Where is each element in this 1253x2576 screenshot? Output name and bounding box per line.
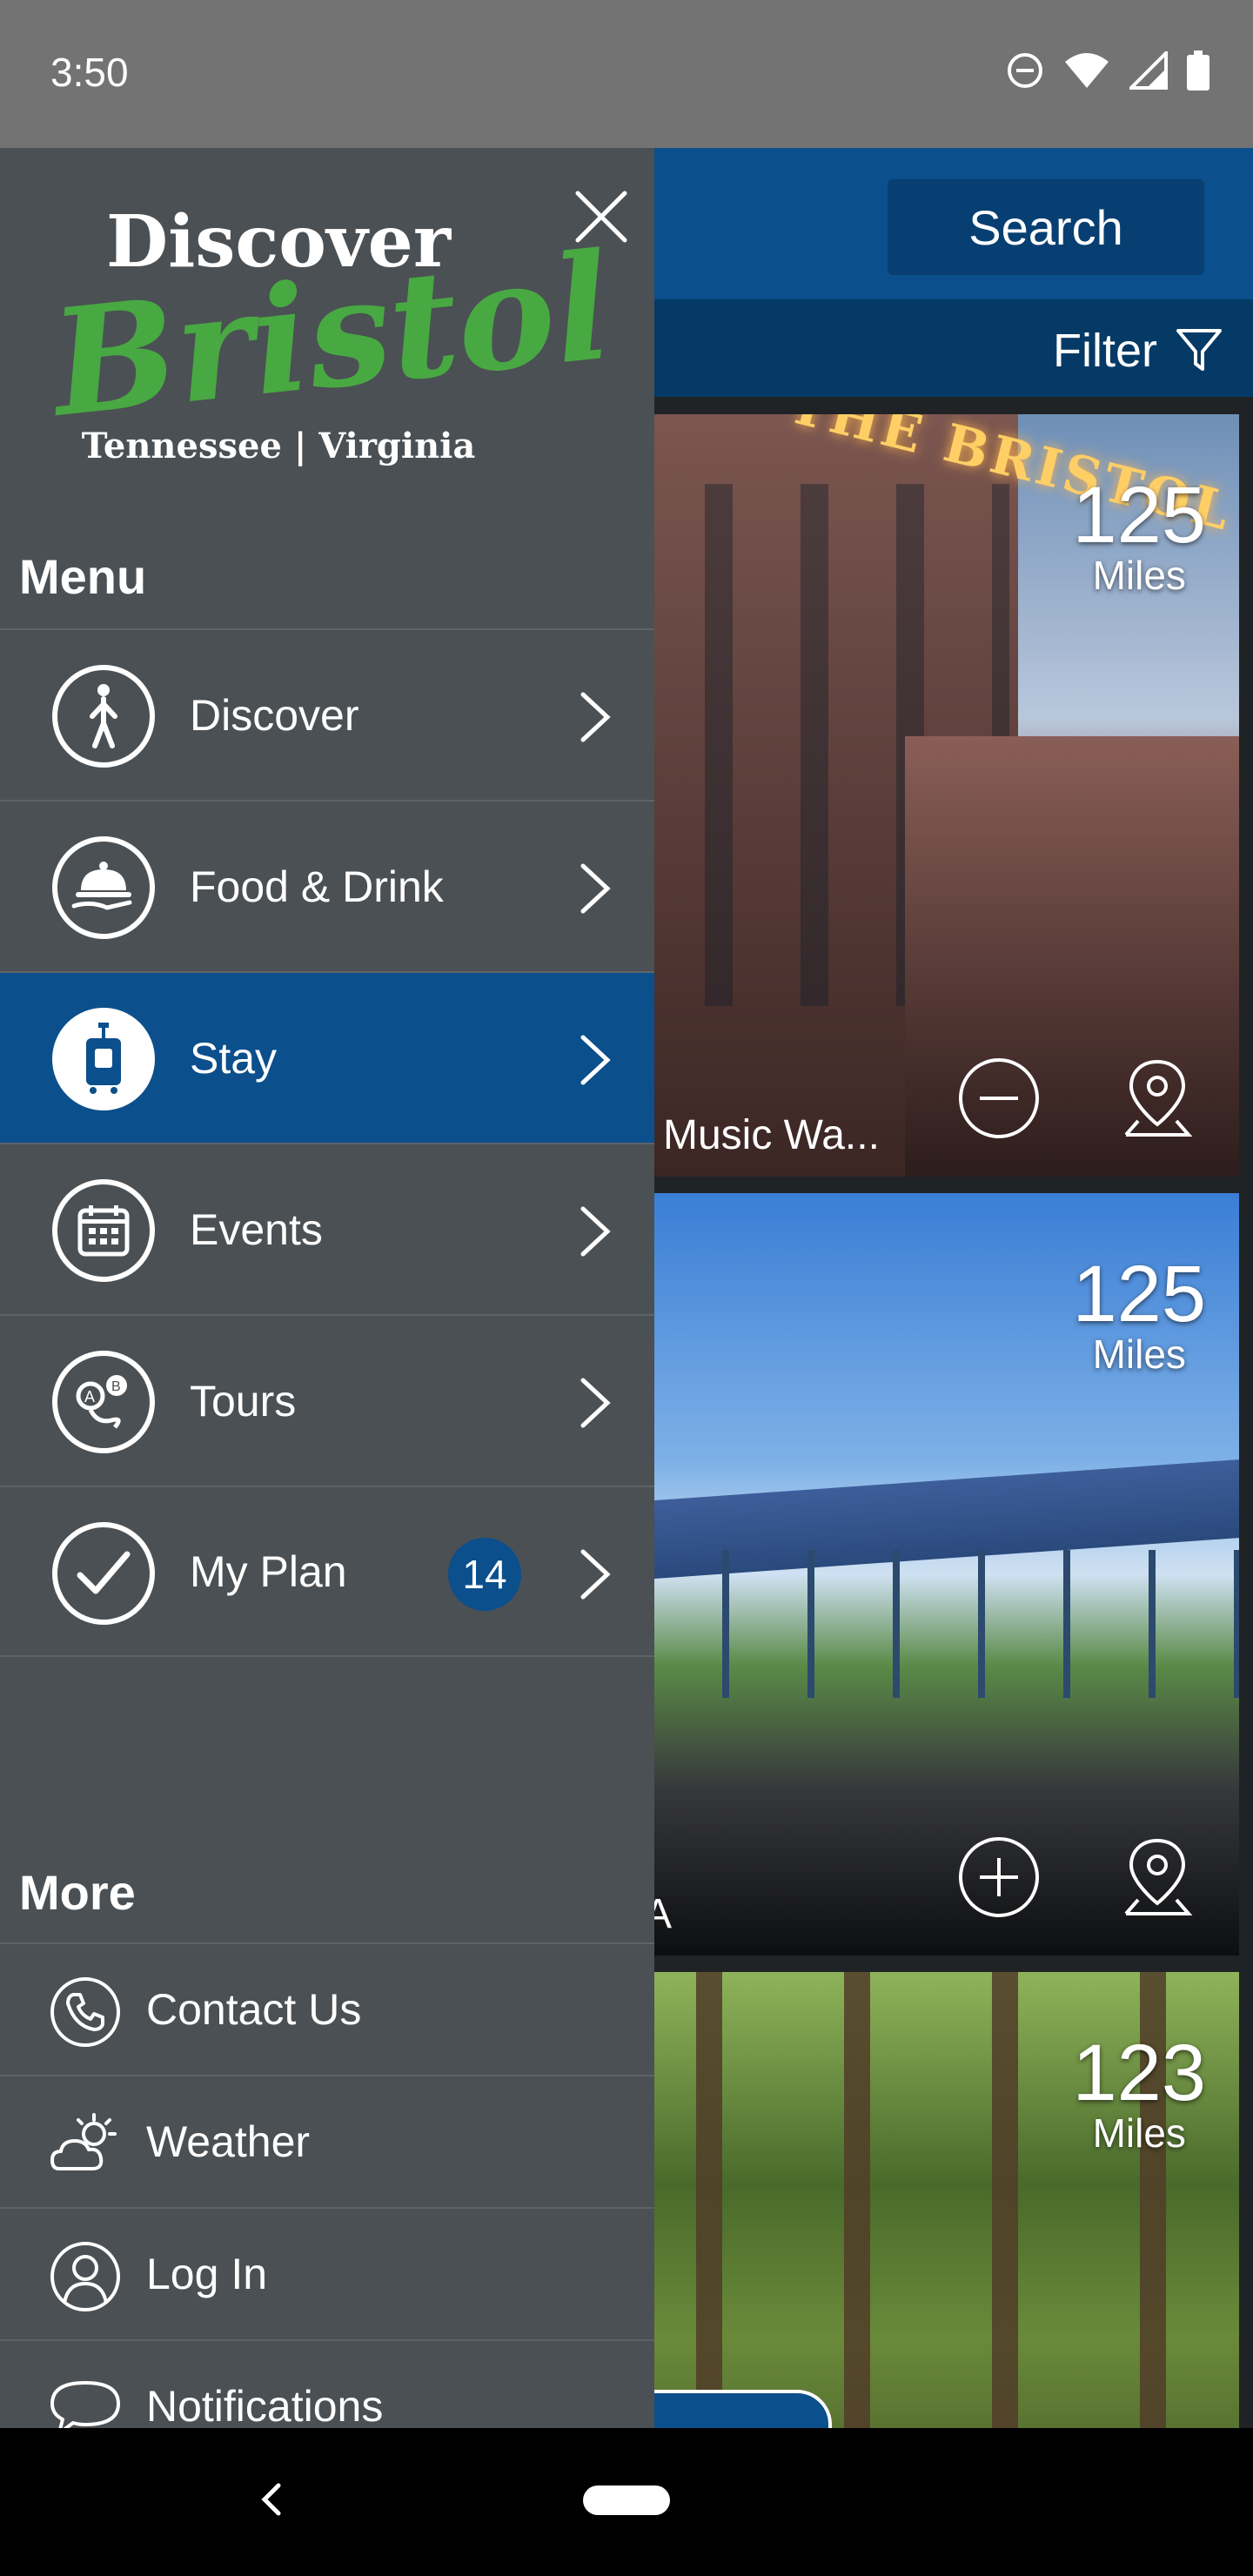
map-pin-icon[interactable] [1114,1834,1201,1921]
svg-text:A: A [84,1388,95,1405]
system-nav-bar [0,2428,1253,2576]
calendar-icon [52,1179,155,1282]
menu-item-label: Events [190,1204,323,1254]
dnd-icon [1008,53,1042,88]
distance-unit: Miles [1092,1332,1186,1377]
more-title: More [19,1865,136,1920]
map-pin-icon[interactable] [1114,1055,1201,1142]
plan-count-badge: 14 [448,1538,521,1611]
chevron-right-icon [580,1206,611,1257]
listing-card[interactable]: THE BRISTOL 125 Miles Music Wa... [644,414,1239,1177]
back-icon[interactable] [252,2473,287,2526]
battery-icon [1187,50,1209,91]
more-list: Contact Us Weather Log In Notifications [0,1942,654,2428]
menu-item-label: Stay [190,1033,278,1083]
more-item-label: Log In [146,2250,268,2298]
more-item-label: Weather [146,2117,311,2166]
svg-text:B: B [111,1379,121,1394]
luggage-icon [52,1008,155,1110]
distance-value: 125 [1072,471,1207,560]
menu-item-events[interactable]: Events [0,1143,654,1314]
more-item-weather[interactable]: Weather [0,2075,654,2207]
home-button[interactable] [583,2485,670,2515]
menu-item-label: Discover [190,690,359,740]
more-item-contact-us[interactable]: Contact Us [0,1942,654,2075]
distance-unit: Miles [1092,553,1186,598]
remove-from-plan-icon[interactable] [955,1055,1042,1142]
add-to-plan-icon[interactable] [955,1834,1042,1921]
menu-title: Menu [19,549,147,604]
app-logo: Discover Bristol Tennessee | Virginia [44,200,619,466]
menu-item-label: Tours [190,1376,297,1426]
cloche-icon [52,836,155,939]
signal-icon [1129,51,1168,90]
more-item-label: Notifications [146,2382,384,2428]
listing-card[interactable]: 125 Miles A [644,1193,1239,1955]
status-bar: 3:50 [0,0,1253,148]
chevron-right-icon [580,1549,611,1600]
logo-script-text: Bristol [44,219,619,450]
filter-icon[interactable] [1175,325,1223,374]
menu-list: Discover Food & Drink Stay Events A B To… [0,628,654,1657]
phone-icon [50,1977,120,2047]
weather-icon [50,2113,117,2170]
walking-person-icon [52,665,155,768]
menu-item-label: My Plan [190,1546,347,1596]
distance-value: 123 [1072,2029,1207,2117]
search-button[interactable]: Search [888,179,1204,275]
more-item-log-in[interactable]: Log In [0,2207,654,2339]
chevron-right-icon [580,863,611,914]
navigation-drawer: Discover Bristol Tennessee | Virginia Me… [0,148,654,2428]
chevron-right-icon [580,1035,611,1085]
more-item-label: Contact Us [146,1985,362,2034]
chevron-right-icon [580,1378,611,1428]
route-icon: AB [52,1351,155,1453]
checkmark-icon [52,1522,155,1625]
close-icon[interactable] [571,186,632,247]
card-title[interactable]: Music Wa... [663,1111,880,1159]
menu-item-tours[interactable]: AB Tours [0,1314,654,1486]
menu-item-label: Food & Drink [190,862,444,911]
distance-value: 125 [1072,1250,1207,1338]
distance-badge: 125 Miles [1073,475,1207,595]
distance-unit: Miles [1092,2110,1186,2156]
status-icons [1006,50,1209,91]
menu-item-stay[interactable]: Stay [0,971,654,1143]
menu-item-discover[interactable]: Discover [0,628,654,800]
chat-bubble-icon [50,2381,120,2428]
distance-badge: 125 Miles [1073,1254,1207,1374]
more-item-notifications[interactable]: Notifications [0,2339,654,2428]
wifi-icon [1065,53,1109,88]
filter-label[interactable]: Filter [1053,324,1157,378]
menu-item-food-drink[interactable]: Food & Drink [0,800,654,971]
user-icon [50,2242,120,2311]
chevron-right-icon [580,692,611,742]
status-time: 3:50 [50,50,129,95]
distance-badge: 123 Miles [1073,2033,1207,2153]
menu-item-my-plan[interactable]: My Plan 14 [0,1486,654,1657]
